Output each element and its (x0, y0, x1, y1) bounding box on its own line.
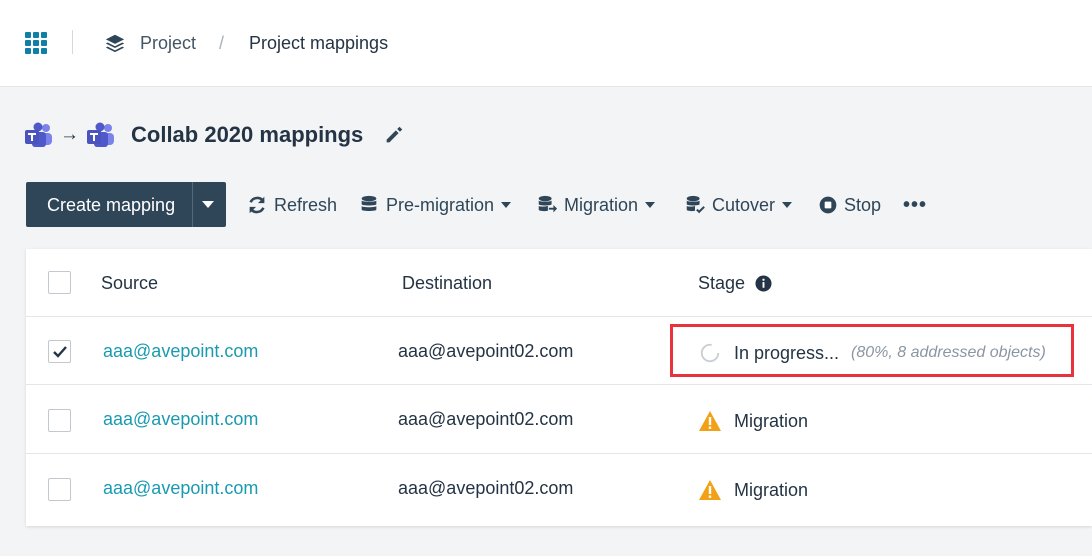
row-checkbox[interactable] (48, 409, 71, 432)
stage-label: In progress... (734, 343, 840, 363)
database-icon (361, 195, 377, 211)
stop-button[interactable]: Stop (818, 192, 881, 218)
pre-migration-label: Pre-migration (386, 194, 495, 215)
warning-icon (699, 480, 721, 500)
row-checkbox[interactable] (48, 478, 71, 501)
chevron-down-icon (645, 202, 656, 208)
warning-icon (699, 411, 721, 431)
stop-label: Stop (844, 194, 882, 215)
row-checkbox[interactable] (48, 340, 71, 363)
stage-progress-detail: (80%, 8 addressed objects) (851, 344, 1046, 361)
create-mapping-label: Create mapping (47, 195, 176, 215)
checkmark-icon (53, 346, 67, 358)
stage-cell: Migration (698, 410, 808, 432)
divider (72, 30, 73, 54)
database-check-icon (686, 195, 705, 214)
info-icon[interactable] (755, 275, 772, 292)
destination-cell: aaa@avepoint02.com (398, 341, 574, 361)
stop-icon (819, 196, 837, 214)
waffle-grid-icon[interactable] (25, 32, 47, 54)
stage-cell: Migration (698, 479, 808, 501)
pencil-icon[interactable] (383, 124, 405, 146)
pre-migration-button[interactable]: Pre-migration (358, 192, 512, 218)
stage-label: Migration (734, 479, 809, 500)
refresh-button[interactable]: Refresh (246, 192, 337, 218)
refresh-label: Refresh (274, 194, 338, 215)
more-options-icon[interactable]: ••• (903, 194, 927, 217)
chevron-down-icon[interactable] (202, 201, 214, 208)
table-row[interactable]: aaa@avepoint.com aaa@avepoint02.com Migr… (26, 385, 1092, 454)
source-link[interactable]: aaa@avepoint.com (103, 478, 258, 499)
split-divider (192, 182, 193, 227)
table-header: Source Destination Stage (26, 249, 1092, 317)
breadcrumb-project[interactable]: Project (140, 33, 196, 54)
column-header-source[interactable]: Source (101, 273, 158, 294)
teams-icon (25, 122, 52, 147)
source-link[interactable]: aaa@avepoint.com (103, 409, 258, 430)
page-title: Collab 2020 mappings (131, 122, 364, 147)
create-mapping-button[interactable]: Create mapping (26, 182, 226, 227)
spinner-icon (700, 343, 720, 363)
mapping-arrow: → (60, 124, 79, 145)
cutover-button[interactable]: Cutover (684, 192, 793, 218)
migration-label: Migration (564, 194, 639, 215)
stage-label: Migration (734, 410, 809, 431)
cutover-label: Cutover (712, 194, 776, 215)
database-export-icon (538, 195, 558, 213)
breadcrumb-separator: / (219, 33, 225, 53)
chevron-down-icon (501, 202, 512, 208)
chevron-down-icon (782, 202, 793, 208)
layers-icon (105, 34, 125, 53)
destination-cell: aaa@avepoint02.com (398, 409, 574, 429)
source-link[interactable]: aaa@avepoint.com (103, 341, 258, 362)
column-header-destination[interactable]: Destination (402, 273, 492, 294)
teams-icon (87, 122, 114, 147)
mappings-table: Source Destination Stage aaa@avepoint.co… (26, 249, 1092, 526)
select-all-checkbox[interactable] (48, 271, 71, 294)
breadcrumb-current: Project mappings (249, 33, 389, 53)
migration-button[interactable]: Migration (536, 192, 656, 218)
table-row[interactable]: aaa@avepoint.com aaa@avepoint02.com Migr… (26, 454, 1092, 526)
refresh-icon (249, 196, 265, 214)
column-header-stage[interactable]: Stage (698, 273, 745, 294)
destination-cell: aaa@avepoint02.com (398, 478, 574, 498)
top-bar: Project / Project mappings (0, 0, 1092, 87)
